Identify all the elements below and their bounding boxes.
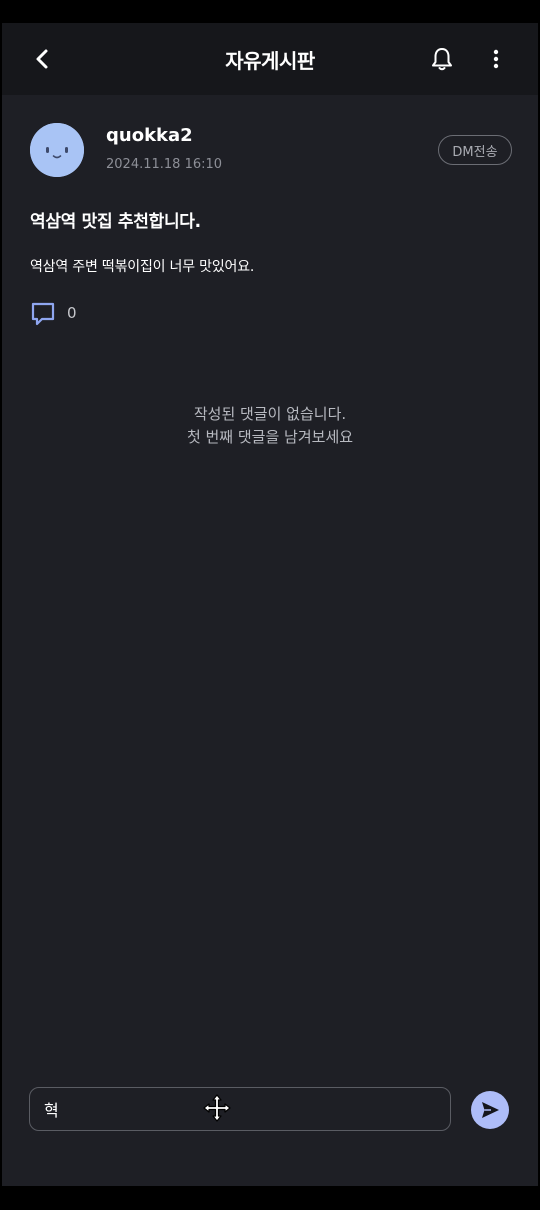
send-button[interactable] xyxy=(471,1091,509,1129)
notification-button[interactable] xyxy=(426,43,458,75)
status-bar-top xyxy=(0,0,540,23)
quokka-face-avatar xyxy=(30,123,84,177)
comment-bubble-icon xyxy=(31,302,55,326)
post-date: 2024.11.18 16:10 xyxy=(106,157,223,172)
more-options-button[interactable] xyxy=(484,43,508,75)
chevron-left-icon xyxy=(36,49,48,69)
comment-input-container xyxy=(29,1087,451,1131)
post-detail-screen: 자유게시판 quokka2 2024.11.18 16:10 DM전송 역삼역 … xyxy=(2,23,538,1186)
avatar[interactable] xyxy=(30,123,84,177)
more-vertical-icon xyxy=(493,49,499,69)
comment-count: 0 xyxy=(67,304,77,322)
back-button[interactable] xyxy=(28,44,56,74)
dm-send-button[interactable]: DM전송 xyxy=(438,135,512,165)
post-body: 역삼역 주변 떡볶이집이 너무 맛있어요. xyxy=(30,259,255,275)
send-icon xyxy=(482,1102,499,1118)
bell-icon xyxy=(432,48,452,71)
comment-input[interactable] xyxy=(44,1088,434,1130)
author-name[interactable]: quokka2 xyxy=(106,125,193,146)
navigation-bar-bottom xyxy=(0,1186,540,1210)
app-header: 자유게시판 xyxy=(2,23,538,95)
move-cursor-icon xyxy=(203,1094,231,1122)
empty-comments-hint: 첫 번째 댓글을 남겨보세요 xyxy=(186,428,354,446)
post-title: 역삼역 맛집 추천합니다. xyxy=(30,212,201,232)
empty-comments-message: 작성된 댓글이 없습니다. xyxy=(193,405,347,423)
